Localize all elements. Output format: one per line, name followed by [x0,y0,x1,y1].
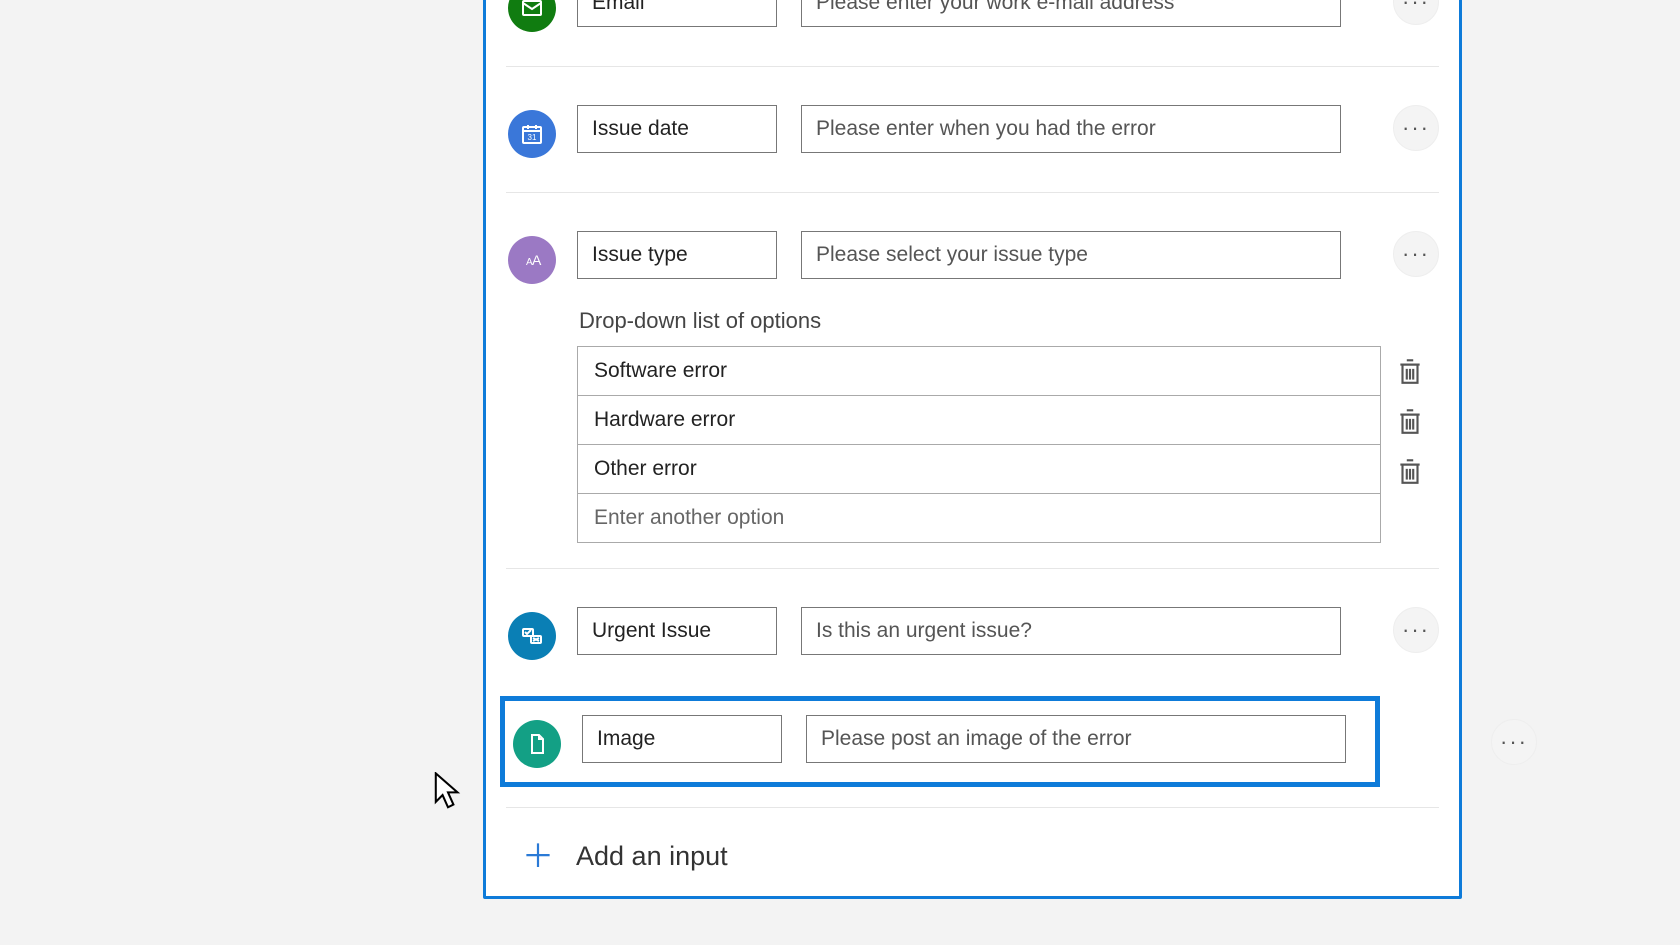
input-row-image [511,715,1369,768]
yesno-icon [508,612,556,660]
add-input-button[interactable]: ＋ Add an input [522,840,1459,872]
calendar-icon: 31 [508,110,556,158]
input-name-image[interactable] [582,715,782,763]
delete-option-0-icon[interactable] [1397,356,1423,386]
trigger-card: ··· 31 [483,0,1462,899]
svg-text:31: 31 [528,133,537,142]
input-name-issue-date[interactable] [577,105,777,153]
more-button-email[interactable]: ··· [1393,0,1439,25]
highlight-image-row [500,696,1380,787]
input-desc-email[interactable] [801,0,1341,27]
dropdown-option-new[interactable]: Enter another option [578,494,1380,543]
text-icon: A A [508,236,556,284]
input-desc-issue-type[interactable] [801,231,1341,279]
input-desc-urgent[interactable] [801,607,1341,655]
input-name-urgent[interactable] [577,607,777,655]
input-desc-issue-date[interactable] [801,105,1341,153]
file-icon [513,720,561,768]
dropdown-option-2[interactable]: Other error [578,445,1380,494]
dropdown-option-1[interactable]: Hardware error [578,396,1380,445]
plus-icon: ＋ [522,840,554,872]
add-input-label: Add an input [576,841,728,872]
more-button-issue-date[interactable]: ··· [1393,105,1439,151]
input-name-issue-type[interactable] [577,231,777,279]
more-button-urgent[interactable]: ··· [1393,607,1439,653]
dropdown-label: Drop-down list of options [577,308,1439,334]
input-row-urgent: ··· [486,569,1459,660]
input-desc-image[interactable] [806,715,1346,763]
svg-text:A: A [532,252,542,268]
more-button-image[interactable]: ··· [1491,719,1537,765]
input-row-email: ··· [486,0,1459,32]
input-name-email[interactable] [577,0,777,27]
delete-option-2-icon[interactable] [1397,456,1423,486]
input-row-issue-type: A A ··· [486,193,1459,284]
dropdown-options-block: Drop-down list of options Software error… [577,284,1439,568]
more-button-issue-type[interactable]: ··· [1393,231,1439,277]
dropdown-option-0[interactable]: Software error [578,347,1380,396]
input-row-issue-date: 31 ··· [486,67,1459,158]
delete-option-1-icon[interactable] [1397,406,1423,436]
mouse-cursor-icon [434,772,462,810]
email-icon [508,0,556,32]
